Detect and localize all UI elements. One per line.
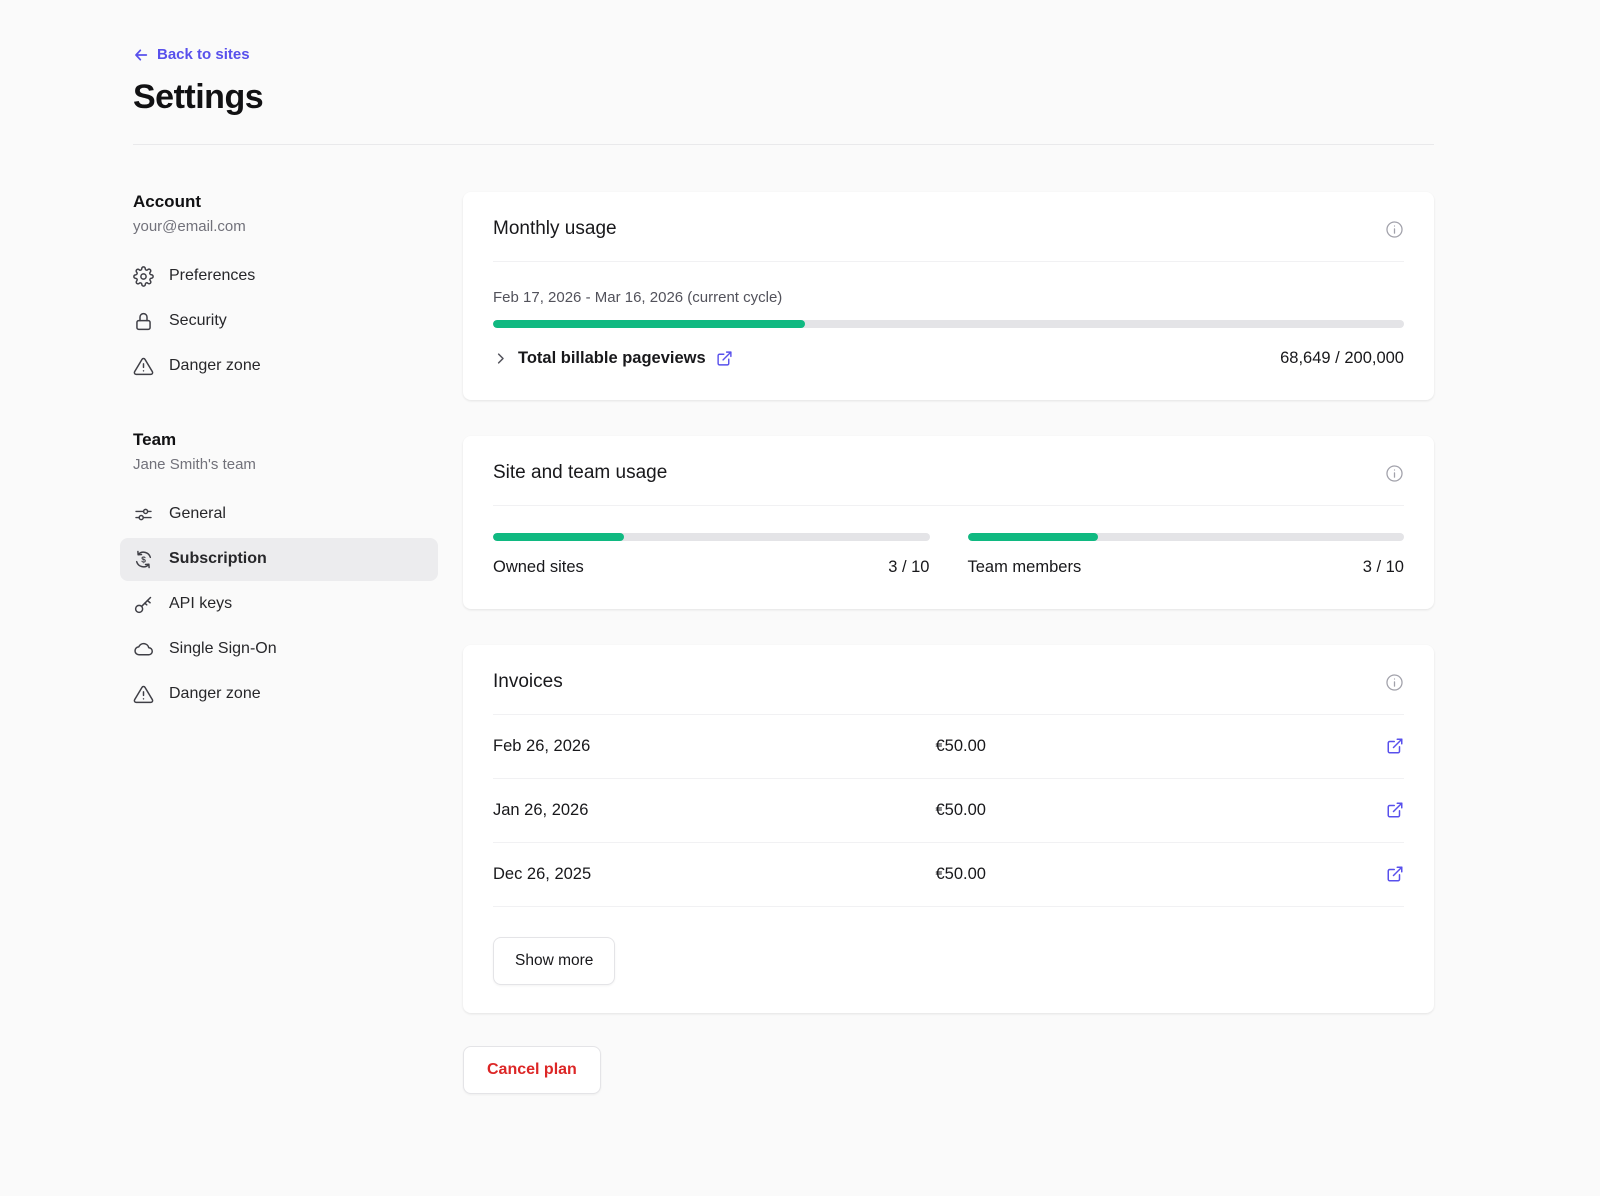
invoice-amount: €50.00 bbox=[936, 801, 1379, 820]
invoice-row: Dec 26, 2025 €50.00 bbox=[493, 843, 1404, 907]
site-team-usage-title: Site and team usage bbox=[493, 462, 667, 484]
team-members-meter: Team members 3 / 10 bbox=[968, 533, 1405, 577]
owned-sites-label: Owned sites bbox=[493, 558, 584, 577]
pageviews-progress-fill bbox=[493, 320, 805, 328]
account-nav: Preferences Security Danger zone bbox=[120, 255, 438, 388]
sidebar-item-preferences[interactable]: Preferences bbox=[120, 255, 438, 298]
billing-cycle-label: Feb 17, 2026 - Mar 16, 2026 (current cyc… bbox=[493, 289, 1404, 306]
sidebar-item-label: Subscription bbox=[169, 550, 267, 568]
sidebar-item-security[interactable]: Security bbox=[120, 300, 438, 343]
sidebar-item-general[interactable]: General bbox=[120, 493, 438, 536]
sidebar-item-label: API keys bbox=[169, 595, 232, 613]
invoice-row: Feb 26, 2026 €50.00 bbox=[493, 715, 1404, 779]
dollar-refresh-icon: $ bbox=[133, 549, 154, 570]
sidebar-item-label: Danger zone bbox=[169, 357, 261, 375]
sidebar-item-label: Single Sign-On bbox=[169, 640, 277, 658]
header-divider bbox=[133, 144, 1434, 145]
site-team-usage-card: Site and team usage Owned sites bbox=[463, 436, 1434, 609]
sidebar-item-account-danger-zone[interactable]: Danger zone bbox=[120, 345, 438, 388]
sidebar-item-label: Preferences bbox=[169, 267, 255, 285]
owned-sites-value: 3 / 10 bbox=[888, 558, 929, 577]
owned-sites-progress-fill bbox=[493, 533, 624, 541]
pageviews-usage-value: 68,649 / 200,000 bbox=[1280, 349, 1404, 368]
sidebar-item-team-danger-zone[interactable]: Danger zone bbox=[120, 673, 438, 716]
invoices-title: Invoices bbox=[493, 671, 563, 693]
warning-triangle-icon bbox=[133, 356, 154, 377]
team-nav: General $ Subscription API keys bbox=[120, 493, 438, 716]
info-icon[interactable] bbox=[1385, 464, 1404, 483]
info-icon[interactable] bbox=[1385, 220, 1404, 239]
chevron-right-icon bbox=[493, 351, 508, 366]
page-title: Settings bbox=[133, 78, 1434, 117]
sidebar-item-label: General bbox=[169, 505, 226, 523]
account-email: your@email.com bbox=[133, 218, 438, 235]
sliders-icon bbox=[133, 504, 154, 525]
owned-sites-meter: Owned sites 3 / 10 bbox=[493, 533, 930, 577]
invoice-external-link-icon[interactable] bbox=[1386, 801, 1404, 819]
sidebar-item-label: Danger zone bbox=[169, 685, 261, 703]
sidebar-item-subscription[interactable]: $ Subscription bbox=[120, 538, 438, 581]
team-heading: Team bbox=[133, 430, 438, 450]
back-link-label: Back to sites bbox=[157, 46, 250, 63]
lock-icon bbox=[133, 311, 154, 332]
show-more-button[interactable]: Show more bbox=[493, 937, 615, 985]
invoices-card: Invoices Feb 26, 2026 €50.00 Jan 26, 202… bbox=[463, 645, 1434, 1013]
invoice-external-link-icon[interactable] bbox=[1386, 865, 1404, 883]
settings-page: Back to sites Settings Account your@emai… bbox=[0, 0, 1600, 1154]
warning-triangle-icon bbox=[133, 684, 154, 705]
key-icon bbox=[133, 594, 154, 615]
invoice-amount: €50.00 bbox=[936, 737, 1379, 756]
invoice-date: Dec 26, 2025 bbox=[493, 865, 936, 884]
back-to-sites-link[interactable]: Back to sites bbox=[133, 46, 250, 63]
invoice-date: Feb 26, 2026 bbox=[493, 737, 936, 756]
team-members-value: 3 / 10 bbox=[1363, 558, 1404, 577]
account-section: Account your@email.com Preferences Secur… bbox=[133, 192, 438, 388]
owned-sites-progress-bar bbox=[493, 533, 930, 541]
team-members-progress-fill bbox=[968, 533, 1099, 541]
team-section: Team Jane Smith's team General $ Subscri… bbox=[133, 430, 438, 716]
pageviews-metric-label: Total billable pageviews bbox=[518, 349, 706, 368]
team-name: Jane Smith's team bbox=[133, 456, 438, 473]
team-members-progress-bar bbox=[968, 533, 1405, 541]
sidebar-item-label: Security bbox=[169, 312, 227, 330]
external-link-icon[interactable] bbox=[716, 350, 733, 367]
svg-text:$: $ bbox=[141, 554, 146, 564]
pageviews-progress-bar bbox=[493, 320, 1404, 328]
gear-icon bbox=[133, 266, 154, 287]
sidebar-item-api-keys[interactable]: API keys bbox=[120, 583, 438, 626]
invoice-date: Jan 26, 2026 bbox=[493, 801, 936, 820]
info-icon[interactable] bbox=[1385, 673, 1404, 692]
account-heading: Account bbox=[133, 192, 438, 212]
total-billable-pageviews-toggle[interactable]: Total billable pageviews bbox=[493, 349, 733, 368]
subscription-panel: Monthly usage Feb 17, 2026 - Mar 16, 202… bbox=[463, 192, 1434, 1094]
cancel-plan-button[interactable]: Cancel plan bbox=[463, 1046, 601, 1094]
invoice-row: Jan 26, 2026 €50.00 bbox=[493, 779, 1404, 843]
invoice-external-link-icon[interactable] bbox=[1386, 737, 1404, 755]
arrow-left-icon bbox=[133, 47, 149, 63]
monthly-usage-title: Monthly usage bbox=[493, 218, 617, 240]
cloud-icon bbox=[133, 639, 154, 660]
sidebar-item-single-sign-on[interactable]: Single Sign-On bbox=[120, 628, 438, 671]
team-members-label: Team members bbox=[968, 558, 1082, 577]
monthly-usage-card: Monthly usage Feb 17, 2026 - Mar 16, 202… bbox=[463, 192, 1434, 400]
settings-sidebar: Account your@email.com Preferences Secur… bbox=[133, 192, 438, 716]
invoice-amount: €50.00 bbox=[936, 865, 1379, 884]
